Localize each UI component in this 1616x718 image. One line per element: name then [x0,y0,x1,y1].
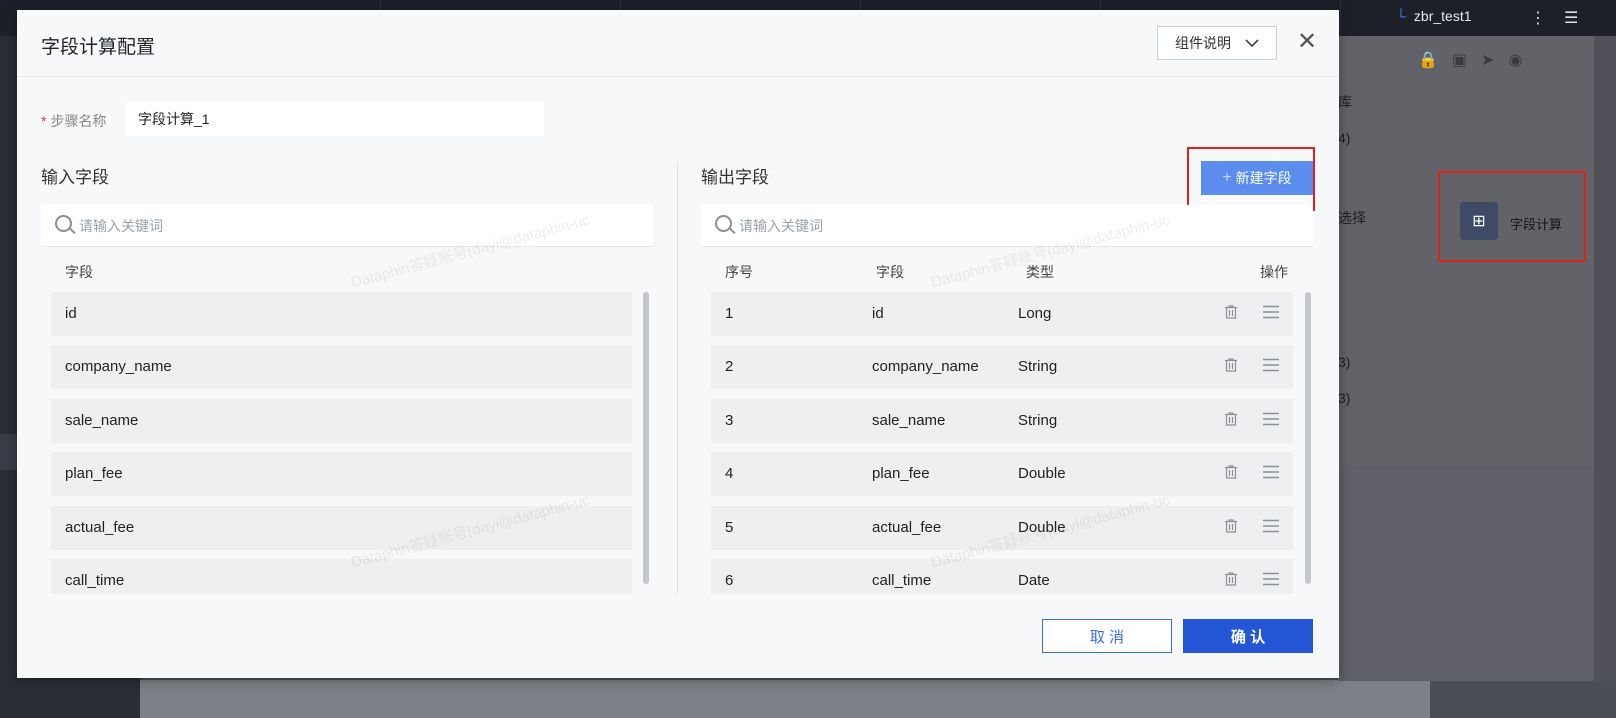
component-help-button[interactable]: 组件说明 [1157,26,1277,60]
list-item[interactable]: company_name [51,345,632,389]
input-fields-list[interactable]: id company_name sale_name plan_fee actua… [51,292,651,594]
required-mark: * [41,113,47,129]
drag-handle-icon[interactable] [1263,465,1279,479]
app-tab-active[interactable]: └ zbr_test1 [1396,8,1472,24]
input-fields-search[interactable] [41,205,653,247]
row-type: Double [1018,465,1066,482]
row-field: actual_fee [872,519,942,536]
output-fields-search[interactable] [701,205,1313,247]
row-index: 3 [725,412,734,429]
section-divider [677,162,678,594]
drag-handle-icon[interactable] [1263,572,1279,586]
panel-text: 4) [1338,130,1351,146]
chevron-down-icon [1245,38,1259,47]
flow-icon: └ [1396,8,1406,24]
list-item[interactable]: actual_fee [51,506,632,550]
drag-handle-icon[interactable] [1263,358,1279,372]
cancel-button[interactable]: 取 消 [1042,619,1172,653]
row-index: 6 [725,572,734,589]
delete-icon[interactable] [1225,519,1237,533]
panel-text: 3) [1338,354,1351,370]
row-index: 1 [725,305,734,322]
drag-handle-icon[interactable] [1263,412,1279,426]
output-column-action-header: 操作 [1260,264,1288,280]
row-type: Date [1018,572,1050,589]
row-field: id [872,305,884,322]
drag-handle-icon[interactable] [1263,519,1279,533]
field-calc-node-label: 字段计算 [1510,217,1563,232]
component-panel: 🔒▣➤◉ 库 4) 选择 3) 3) [1338,36,1616,681]
panel-text: 库 [1338,94,1352,110]
row-type: String [1018,412,1058,429]
search-icon [55,215,72,232]
list-item[interactable]: call_time [51,559,632,594]
input-list-scrollbar[interactable] [643,292,649,584]
input-fields-title: 输入字段 [41,168,109,187]
output-column-type-header: 类型 [1026,264,1054,280]
table-row[interactable]: 1 id Long [711,292,1293,336]
row-field: call_time [872,572,932,589]
list-item[interactable]: plan_fee [51,452,632,496]
output-list-scrollbar[interactable] [1305,292,1311,584]
output-fields-title: 输出字段 [701,168,769,187]
panel-toolbar-icons[interactable]: 🔒▣➤◉ [1418,50,1536,70]
new-field-label: 新建字段 [1235,170,1292,186]
header-divider [17,76,1339,77]
row-field: company_name [872,358,979,375]
row-field: plan_fee [872,465,930,482]
input-column-field-header: 字段 [65,264,93,280]
input-fields-search-input[interactable] [77,205,641,247]
search-icon [715,215,732,232]
panel-text: 选择 [1338,210,1366,226]
delete-icon[interactable] [1225,358,1237,372]
new-field-button[interactable]: + 新建字段 [1201,161,1313,195]
step-name-input[interactable] [126,102,544,136]
panel-text: 3) [1338,390,1351,406]
field-calc-node-icon[interactable]: ⊞ [1460,202,1498,240]
row-index: 5 [725,519,734,536]
table-row[interactable]: 6 call_time Date [711,559,1293,594]
delete-icon[interactable] [1225,412,1237,426]
list-item[interactable]: sale_name [51,399,632,443]
help-button-label: 组件说明 [1175,35,1231,51]
table-row[interactable]: 3 sale_name String [711,399,1293,443]
top-bar-icons[interactable]: ⋮☰ [1530,8,1596,28]
plus-icon: + [1222,169,1232,186]
close-icon[interactable]: ✕ [1293,28,1321,56]
row-type: String [1018,358,1058,375]
app-bottom-bar [140,680,1430,718]
confirm-button[interactable]: 确 认 [1183,619,1313,653]
drag-handle-icon[interactable] [1263,305,1279,319]
list-item[interactable]: id [51,292,632,336]
output-fields-search-input[interactable] [737,205,1301,247]
row-type: Long [1018,305,1052,322]
delete-icon[interactable] [1225,465,1237,479]
delete-icon[interactable] [1225,572,1237,586]
step-name-label: * 步骤名称 [41,113,107,129]
panel-side-strip [1594,36,1616,681]
row-field: sale_name [872,412,946,429]
field-calc-config-dialog: 字段计算配置 组件说明 ✕ *步骤名称 输入字段 字段 id company_n… [17,10,1339,678]
dialog-title: 字段计算配置 [41,37,156,58]
delete-icon[interactable] [1225,305,1237,319]
output-fields-list[interactable]: 1 id Long 2 company_name String 3 sale_n… [711,292,1313,594]
row-type: Double [1018,519,1066,536]
table-row[interactable]: 2 company_name String [711,345,1293,389]
row-index: 4 [725,465,734,482]
table-row[interactable]: 5 actual_fee Double [711,506,1293,550]
table-row[interactable]: 4 plan_fee Double [711,452,1293,496]
output-column-field-header: 字段 [876,264,904,280]
row-index: 2 [725,358,734,375]
output-column-index-header: 序号 [725,264,753,280]
